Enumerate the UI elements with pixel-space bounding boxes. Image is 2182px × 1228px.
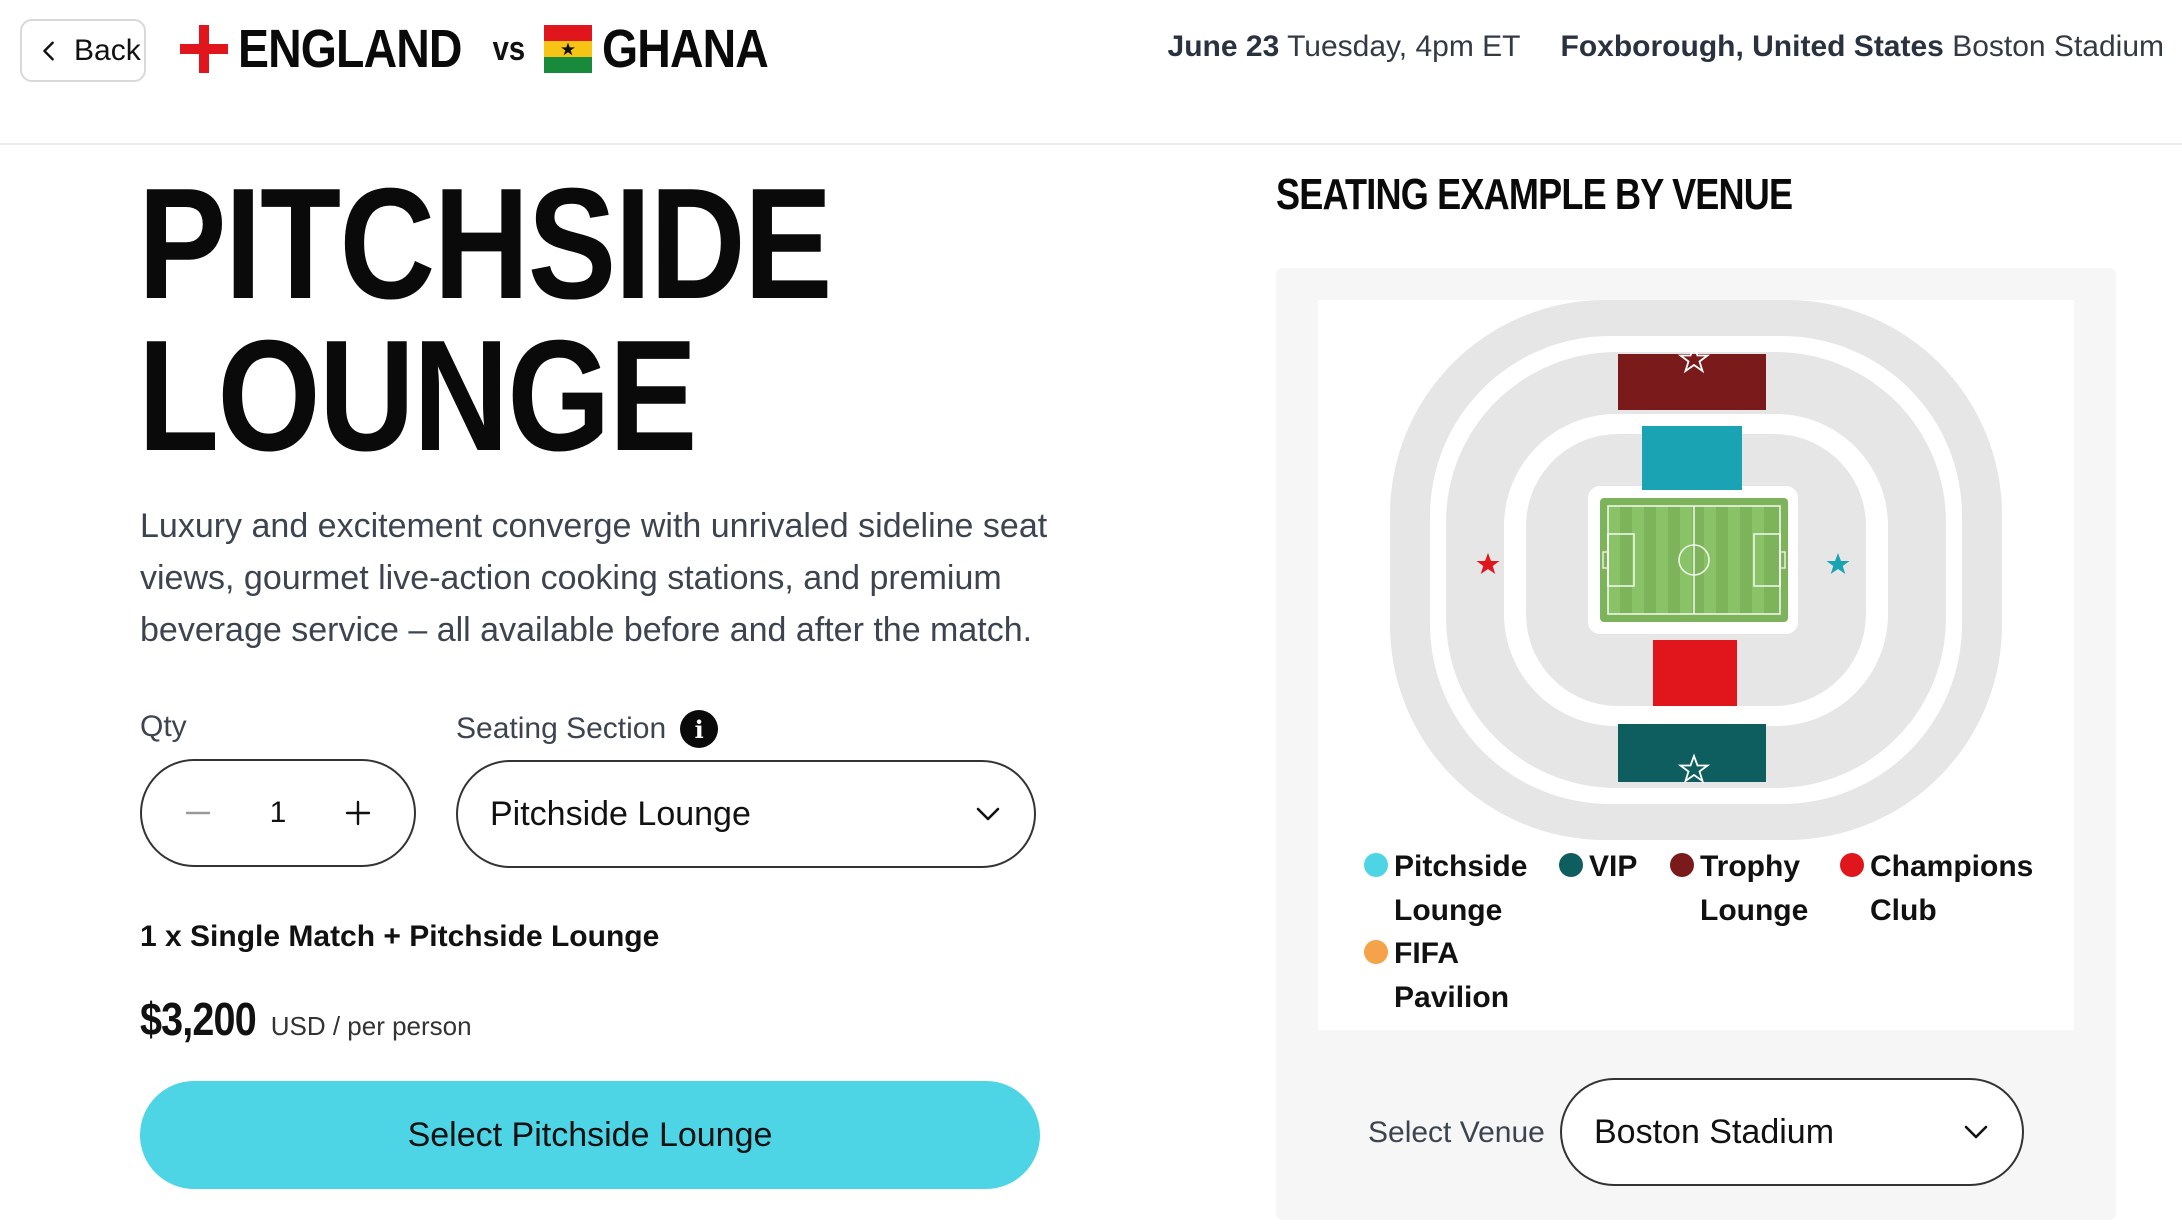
match-info: June 23 Tuesday, 4pm ET Foxborough, Unit… (1168, 30, 2164, 64)
match-title: ENGLAND vs GHANA (180, 16, 769, 82)
legend-item-champions-club: Champions Club (1840, 845, 2033, 933)
legend-dot (1840, 853, 1864, 877)
stadium-seating-map (1390, 300, 2002, 840)
venue-select[interactable]: Boston Stadium (1560, 1078, 2024, 1186)
top-bar: Back ENGLAND vs GHANA June 23 Tuesday, 4… (0, 0, 2182, 145)
price-amount: $3,200 (140, 993, 257, 1045)
price-row: $3,200 USD / per person (140, 992, 472, 1046)
seating-map-heading: SEATING EXAMPLE BY VENUE (1276, 170, 1793, 219)
decrement-button[interactable] (178, 793, 218, 833)
chevron-down-icon (1964, 1125, 1988, 1139)
product-description: Luxury and excitement converge with unri… (140, 507, 1048, 649)
qty-label: Qty (140, 710, 187, 743)
seating-section-label: Seating Section i (456, 710, 719, 748)
back-button[interactable]: Back (20, 19, 146, 82)
increment-button[interactable] (338, 793, 378, 833)
vip-block (1618, 724, 1766, 782)
pitchside-lounge-block (1642, 426, 1742, 490)
seating-section-select[interactable]: Pitchside Lounge (456, 760, 1036, 868)
legend-item-pitchside-lounge: Pitchside Lounge (1364, 845, 1527, 933)
england-flag-icon (180, 25, 228, 73)
legend-item-vip: VIP (1559, 845, 1637, 889)
seating-legend: Pitchside Lounge VIP Trophy Lounge Champio… (1364, 845, 2064, 1025)
select-venue-label: Select Venue (1368, 1116, 1545, 1149)
versus-label: vs (492, 29, 526, 68)
title-line-1: PITCHSIDE (138, 156, 832, 332)
ghana-flag-icon (543, 25, 592, 73)
legend-item-fifa-pavilion: FIFA Pavilion (1364, 932, 1509, 1020)
trophy-lounge-block (1618, 354, 1766, 410)
champions-club-block (1653, 640, 1737, 706)
away-team-name: GHANA (601, 19, 769, 79)
info-icon[interactable]: i (680, 710, 719, 748)
price-unit: USD / per person (270, 1011, 472, 1041)
seating-section-value: Pitchside Lounge (490, 794, 751, 833)
legend-dot (1559, 853, 1583, 877)
chevron-down-icon (976, 807, 1000, 821)
quantity-input[interactable] (248, 796, 308, 830)
home-team-name: ENGLAND (238, 19, 462, 79)
back-label: Back (74, 33, 141, 67)
title-line-2: LOUNGE (138, 308, 697, 484)
match-location: Foxborough, United States Boston Stadium (1560, 30, 2164, 63)
legend-item-trophy-lounge: Trophy Lounge (1670, 845, 1808, 933)
plus-icon (345, 800, 371, 826)
legend-dot (1364, 940, 1388, 964)
venue-select-value: Boston Stadium (1594, 1112, 1835, 1151)
chevron-left-icon (43, 41, 54, 60)
football-pitch (1600, 498, 1788, 622)
page-title: PITCHSIDE LOUNGE (138, 156, 832, 484)
select-package-button[interactable]: Select Pitchside Lounge (140, 1081, 1040, 1189)
order-summary: 1 x Single Match + Pitchside Lounge (140, 920, 660, 953)
minus-icon (185, 811, 211, 815)
legend-dot (1670, 853, 1694, 877)
legend-dot (1364, 853, 1388, 877)
quantity-stepper (140, 759, 416, 867)
match-date: June 23 Tuesday, 4pm ET (1167, 30, 1521, 63)
